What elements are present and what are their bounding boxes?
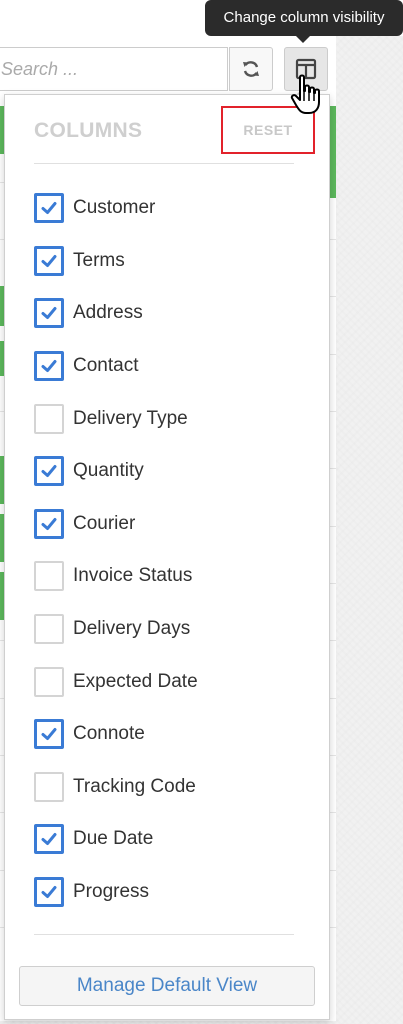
hand-cursor-icon bbox=[290, 74, 320, 114]
status-bar bbox=[330, 106, 336, 198]
checkmark-icon bbox=[41, 833, 57, 846]
checkmark-icon bbox=[41, 517, 57, 530]
column-label: Expected Date bbox=[73, 670, 198, 692]
manage-default-view-button[interactable]: Manage Default View bbox=[19, 966, 315, 1006]
refresh-button[interactable] bbox=[229, 47, 273, 91]
column-label: Contact bbox=[73, 355, 139, 377]
column-checkbox[interactable] bbox=[34, 456, 64, 487]
search-box[interactable] bbox=[0, 47, 228, 91]
refresh-icon bbox=[243, 61, 259, 77]
column-checkbox[interactable] bbox=[34, 771, 64, 802]
columns-title: COLUMNS bbox=[34, 119, 143, 142]
column-checkbox[interactable] bbox=[34, 824, 64, 855]
column-option[interactable]: Courier bbox=[34, 498, 198, 551]
column-checkbox[interactable] bbox=[34, 245, 64, 276]
column-option[interactable]: Contact bbox=[34, 340, 198, 393]
column-label: Connote bbox=[73, 723, 145, 745]
column-label: Delivery Type bbox=[73, 407, 188, 429]
column-checkbox[interactable] bbox=[34, 508, 64, 539]
column-option[interactable]: Terms bbox=[34, 235, 198, 288]
column-checkbox[interactable] bbox=[34, 298, 64, 329]
column-option[interactable]: Connote bbox=[34, 708, 198, 761]
column-label: Terms bbox=[73, 249, 125, 271]
column-label: Delivery Days bbox=[73, 618, 191, 640]
checkmark-icon bbox=[41, 465, 57, 478]
column-option[interactable]: Quantity bbox=[34, 445, 198, 498]
checkmark-icon bbox=[41, 254, 57, 267]
column-option[interactable]: Expected Date bbox=[34, 655, 198, 708]
tooltip: Change column visibility bbox=[205, 0, 403, 36]
divider bbox=[34, 934, 294, 935]
column-option[interactable]: Delivery Days bbox=[34, 603, 198, 656]
checkmark-icon bbox=[41, 307, 57, 320]
column-option[interactable]: Address bbox=[34, 287, 198, 340]
checkmark-icon bbox=[41, 360, 57, 373]
column-checkbox[interactable] bbox=[34, 719, 64, 750]
column-label: Customer bbox=[73, 197, 156, 219]
column-label: Progress bbox=[73, 881, 150, 903]
column-label: Tracking Code bbox=[73, 775, 196, 797]
column-label: Invoice Status bbox=[73, 565, 193, 587]
column-label: Courier bbox=[73, 512, 136, 534]
search-input[interactable] bbox=[0, 58, 223, 81]
checkmark-icon bbox=[41, 886, 57, 899]
checkmark-icon bbox=[41, 202, 57, 215]
column-option[interactable]: Customer bbox=[34, 182, 198, 235]
column-checkbox[interactable] bbox=[34, 561, 64, 592]
column-label: Due Date bbox=[73, 828, 154, 850]
column-checkbox[interactable] bbox=[34, 193, 64, 224]
column-checkbox[interactable] bbox=[34, 614, 64, 645]
column-checkbox[interactable] bbox=[34, 666, 64, 697]
column-option[interactable]: Due Date bbox=[34, 813, 198, 866]
column-option[interactable]: Delivery Type bbox=[34, 392, 198, 445]
column-checkbox[interactable] bbox=[34, 351, 64, 382]
column-checkbox[interactable] bbox=[34, 877, 64, 908]
column-option[interactable]: Tracking Code bbox=[34, 761, 198, 814]
column-option[interactable]: Invoice Status bbox=[34, 550, 198, 603]
column-label: Quantity bbox=[73, 460, 144, 482]
column-label: Address bbox=[73, 302, 143, 324]
tooltip-arrow bbox=[296, 36, 310, 43]
column-checkbox[interactable] bbox=[34, 403, 64, 434]
column-option[interactable]: Progress bbox=[34, 866, 198, 919]
columns-dropdown: COLUMNS RESET Customer Terms Address Contac… bbox=[4, 94, 330, 1020]
checkmark-icon bbox=[41, 728, 57, 741]
divider bbox=[34, 163, 294, 164]
column-list: Customer Terms Address Contact Delivery Type… bbox=[34, 182, 198, 918]
